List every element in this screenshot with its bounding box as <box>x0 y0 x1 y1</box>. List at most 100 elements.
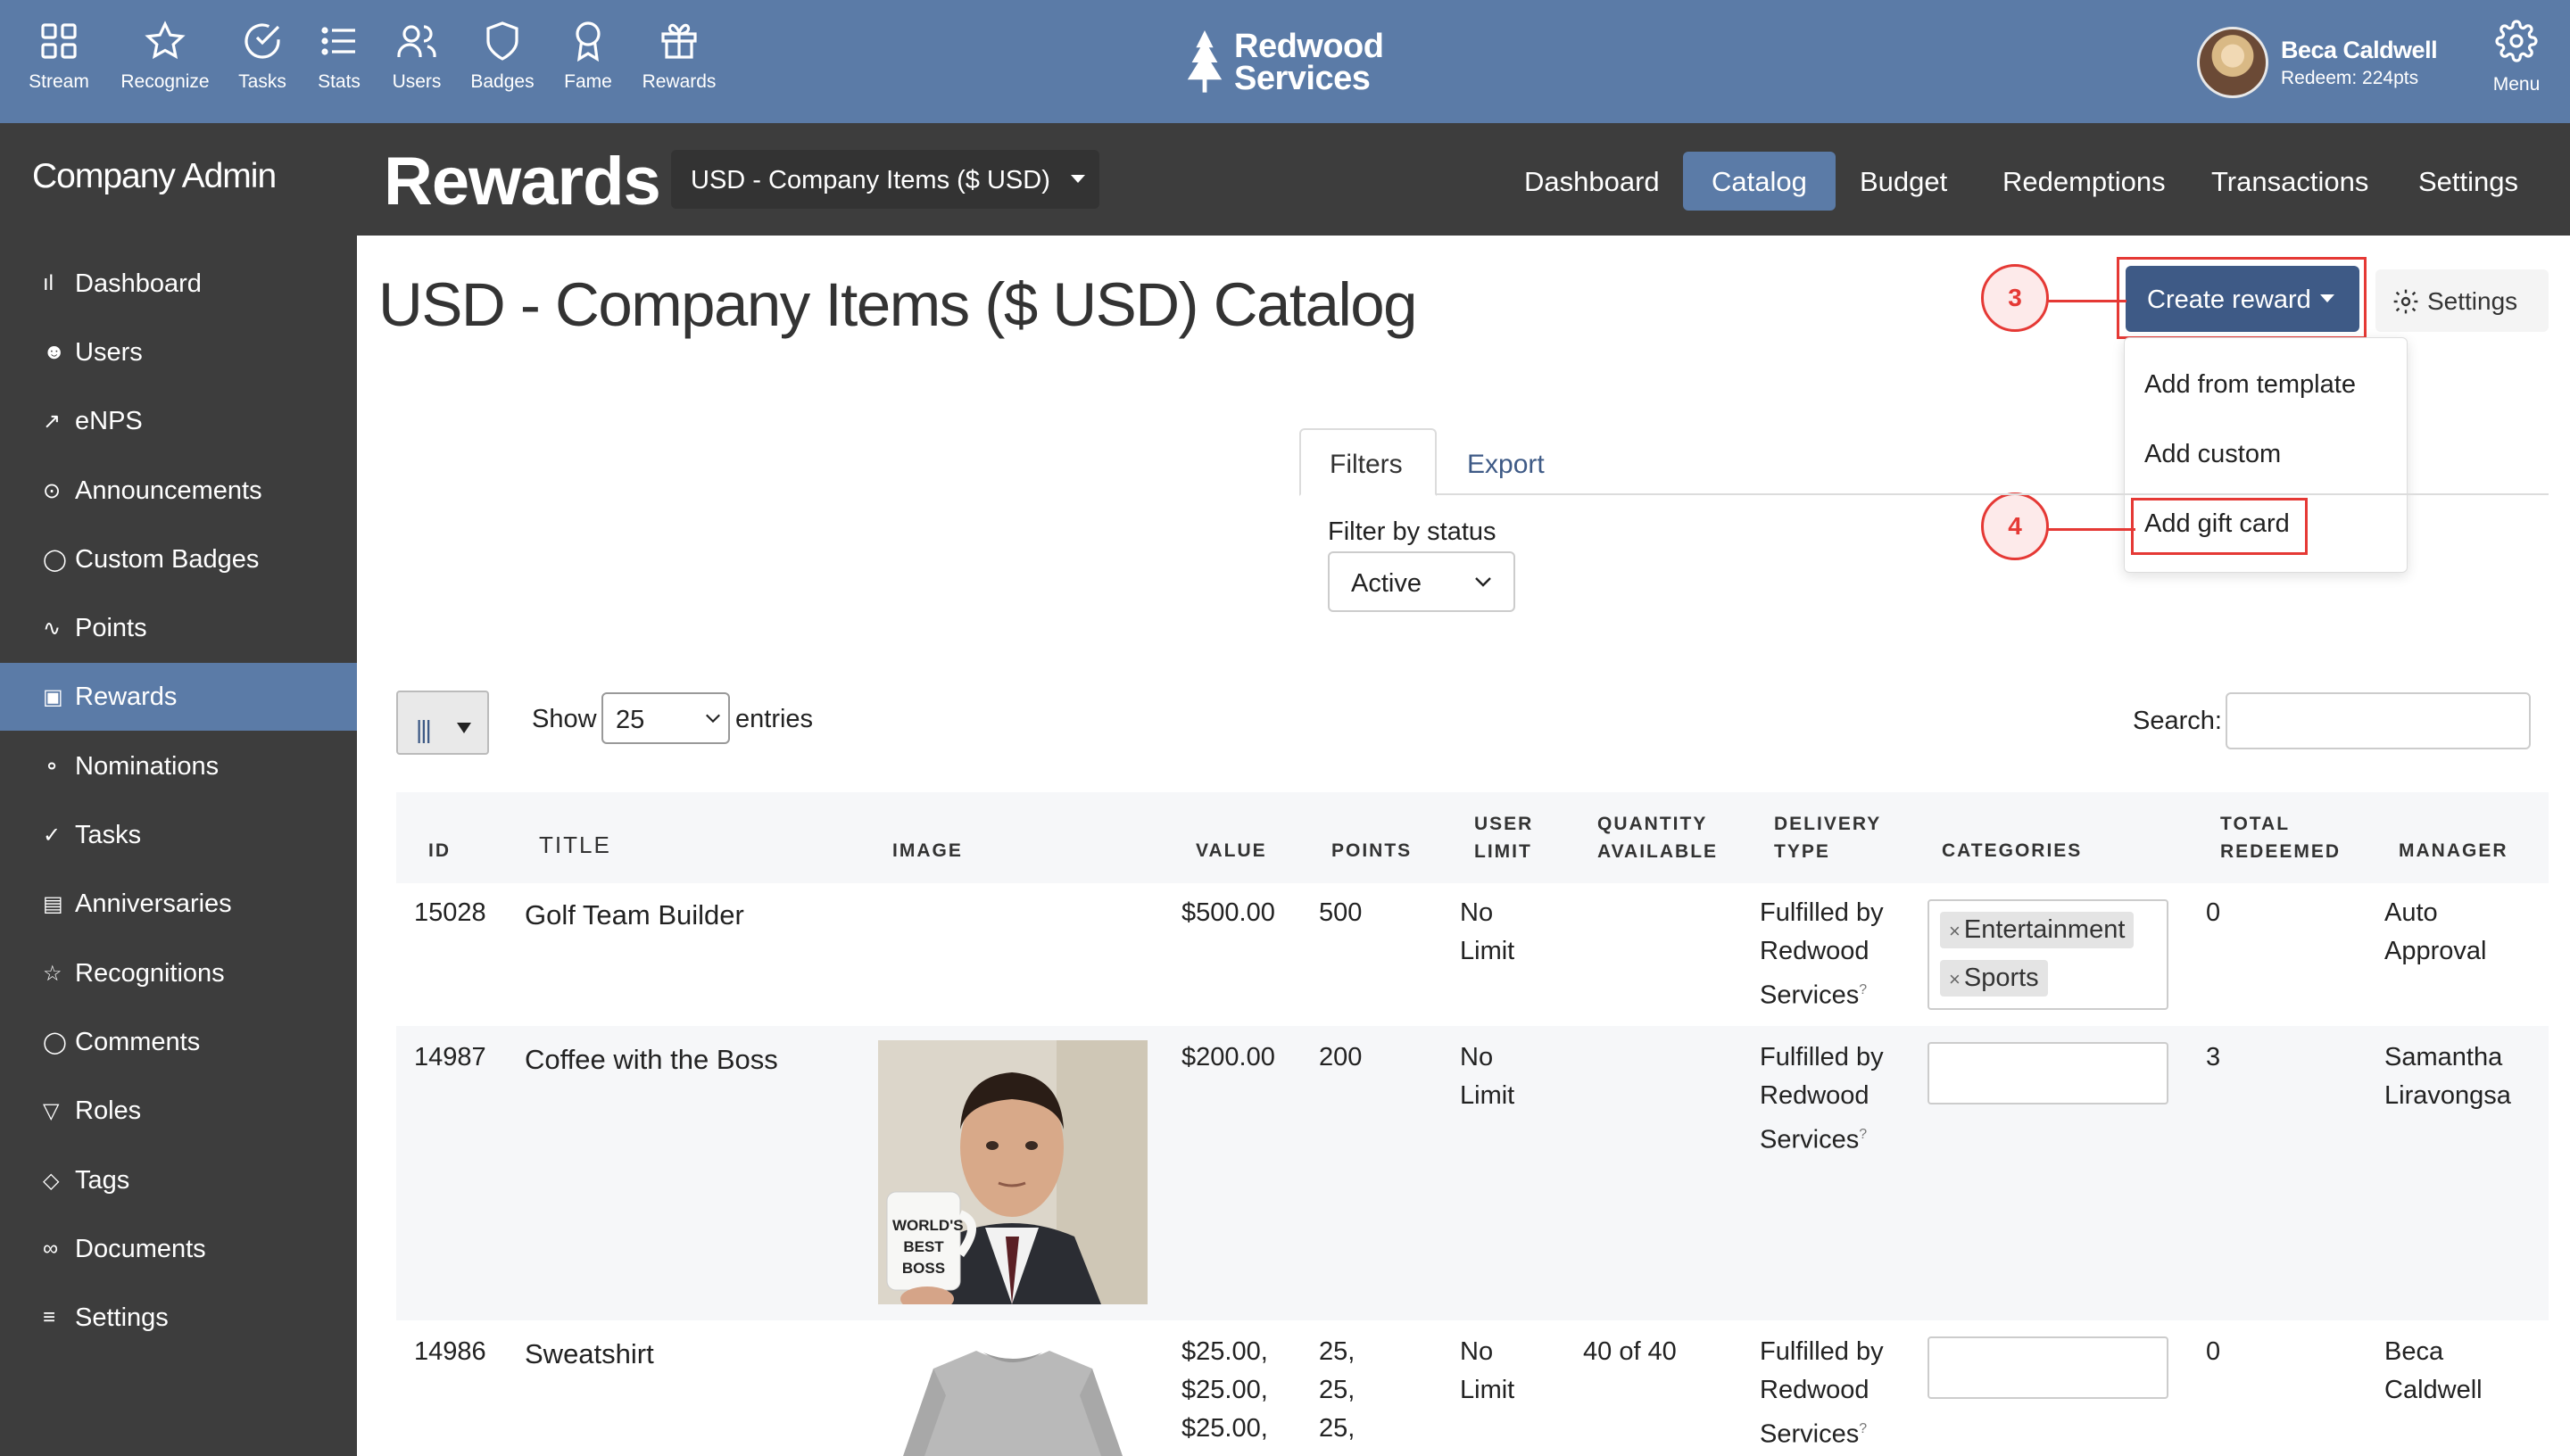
remove-tag-icon[interactable]: × <box>1949 968 1961 990</box>
sidebar-item-recognitions[interactable]: ☆ Recognitions <box>0 939 357 1007</box>
th-points[interactable]: POINTS <box>1331 837 1412 864</box>
sidebar-item-anniversaries[interactable]: ▤ Anniversaries <box>0 870 357 938</box>
sidebar-item-tasks[interactable]: ✓ Tasks <box>0 801 357 869</box>
sidebar-item-tags[interactable]: ◇ Tags <box>0 1146 357 1214</box>
list-icon <box>321 27 355 55</box>
category-tag: × Sports <box>1940 960 2048 997</box>
cell-redeemed: 3 <box>2206 1043 2221 1071</box>
entries-value: 25 <box>616 706 645 734</box>
sidebar-item-custom-badges[interactable]: ◯ Custom Badges <box>0 525 357 593</box>
cell-value: $25.00, $25.00, $25.00, <box>1181 1337 1268 1443</box>
tab-export[interactable]: Export <box>1438 428 1573 496</box>
column-visibility-button[interactable]: ||| <box>396 691 489 755</box>
settings-button[interactable]: Settings <box>2375 269 2549 332</box>
entries-select[interactable]: 25 <box>601 692 730 744</box>
menu-item-add-from-template[interactable]: Add from template <box>2144 370 2356 400</box>
th-delivery[interactable]: DELIVERY TYPE <box>1774 810 1890 865</box>
tab-filters[interactable]: Filters <box>1299 428 1437 496</box>
annotation-highlight-gift-card <box>2131 498 2308 555</box>
mug-text: WORLD'S BEST BOSS <box>892 1217 964 1277</box>
th-id[interactable]: ID <box>428 837 451 864</box>
category-tag-label: Sports <box>1963 964 2039 992</box>
tab-transactions[interactable]: Transactions <box>2183 152 2397 211</box>
th-title[interactable]: TITLE <box>539 831 611 859</box>
cell-id: 14986 <box>414 1337 486 1366</box>
categories-field[interactable] <box>1928 1336 2168 1399</box>
menu-button[interactable]: Menu <box>2472 20 2561 95</box>
tab-settings[interactable]: Settings <box>2390 152 2547 211</box>
chevron-down-icon <box>706 714 720 724</box>
table-row[interactable]: 15028 Golf Team Builder $500.00 500 No L… <box>396 883 2549 1026</box>
cell-delivery: Fulfilled by Redwood Services? <box>1760 894 1894 1015</box>
sidebar-item-enps[interactable]: ↗ eNPS <box>0 387 357 455</box>
users-icon <box>397 25 436 57</box>
categories-field[interactable] <box>1928 1042 2168 1104</box>
th-quantity[interactable]: QUANTITY AVAILABLE <box>1597 810 1731 865</box>
gear-icon <box>2495 20 2538 62</box>
table-row[interactable]: 14987 Coffee with the Boss $200.00 200 N… <box>396 1026 2549 1320</box>
help-icon[interactable]: ? <box>1859 982 1867 997</box>
sidebar-item-points[interactable]: ∿ Points <box>0 594 357 662</box>
nav-stream[interactable]: Stream <box>5 20 112 93</box>
categories-field[interactable]: × Entertainment × Sports <box>1928 899 2168 1010</box>
catalog-select[interactable]: USD - Company Items ($ USD) <box>671 150 1099 209</box>
filter-status-select[interactable]: Active <box>1328 551 1515 612</box>
reward-image-boss-photo: WORLD'S BEST BOSS <box>878 1040 1148 1304</box>
cell-title[interactable]: Coffee with the Boss <box>525 1040 778 1079</box>
check-circle-icon <box>245 23 280 59</box>
annotation-callout-3: 3 <box>1981 264 2049 332</box>
help-icon[interactable]: ? <box>1859 1421 1867 1436</box>
remove-tag-icon[interactable]: × <box>1949 920 1961 942</box>
sidebar-item-settings[interactable]: ≡ Settings <box>0 1284 357 1352</box>
cell-title[interactable]: Sweatshirt <box>525 1335 654 1373</box>
sidebar-item-announcements[interactable]: ⊙ Announcements <box>0 457 357 525</box>
nav-recognize[interactable]: Recognize <box>112 20 219 93</box>
sidebar-item-rewards[interactable]: ▣ Rewards <box>0 663 357 731</box>
activity-icon: ∿ <box>43 616 62 641</box>
sidebar-item-label: Recognitions <box>75 958 225 988</box>
cell-points: 200 <box>1319 1043 1363 1071</box>
th-user-limit[interactable]: USER LIMIT <box>1474 810 1546 865</box>
tab-budget[interactable]: Budget <box>1831 152 1976 211</box>
sidebar-item-users[interactable]: ☻ Users <box>0 318 357 386</box>
sidebar-item-documents[interactable]: ∞ Documents <box>0 1215 357 1283</box>
table-row[interactable]: 14986 Sweatshirt $25.00, $25.00, $25.00,… <box>396 1320 2549 1456</box>
cell-redeemed: 0 <box>2206 1337 2221 1366</box>
menu-item-add-custom[interactable]: Add custom <box>2144 440 2281 469</box>
user-name: Beca Caldwell <box>2281 36 2438 63</box>
user-icon: ☻ <box>43 340 66 364</box>
shield-icon: ◯ <box>43 547 67 572</box>
th-total-redeemed[interactable]: TOTAL REDEEMED <box>2220 810 2354 865</box>
nav-rewards[interactable]: Rewards <box>626 20 733 93</box>
sidebar-item-nominations[interactable]: ⚬ Nominations <box>0 732 357 800</box>
brand-logo[interactable]: Redwood Services <box>1182 27 1384 98</box>
sidebar-item-label: Points <box>75 613 147 642</box>
sidebar-item-dashboard[interactable]: ıl Dashboard <box>0 250 357 318</box>
sliders-icon: ≡ <box>43 1305 56 1329</box>
create-reward-button[interactable]: Create reward <box>2126 266 2359 332</box>
annotation-line <box>2048 528 2135 531</box>
cell-title[interactable]: Golf Team Builder <box>525 896 744 934</box>
user-profile[interactable]: Beca Caldwell Redeem: 224pts <box>2197 27 2438 98</box>
cell-user-limit: No Limit <box>1460 1337 1515 1404</box>
sidebar-item-comments[interactable]: ◯ Comments <box>0 1008 357 1076</box>
help-icon[interactable]: ? <box>1859 1127 1867 1142</box>
sidebar-item-label: Documents <box>75 1234 206 1263</box>
filter-status-label: Filter by status <box>1328 517 1496 546</box>
cell-user-limit: No Limit <box>1460 898 1515 965</box>
category-tag-label: Entertainment <box>1963 915 2126 944</box>
menu-label: Menu <box>2492 74 2541 95</box>
gift-icon: ▣ <box>43 684 63 709</box>
th-value[interactable]: VALUE <box>1196 837 1267 864</box>
tab-catalog[interactable]: Catalog <box>1683 152 1836 211</box>
sidebar-item-label: Roles <box>75 1096 142 1125</box>
cell-id: 14987 <box>414 1043 486 1071</box>
search-input[interactable] <box>2226 692 2531 749</box>
columns-icon: ||| <box>416 716 432 743</box>
sidebar-item-roles[interactable]: ▽ Roles <box>0 1077 357 1145</box>
tab-dashboard[interactable]: Dashboard <box>1496 152 1688 211</box>
reward-image-sweatshirt <box>878 1333 1148 1456</box>
cell-redeemed: 0 <box>2206 898 2221 927</box>
th-manager[interactable]: MANAGER <box>2399 837 2508 864</box>
tab-redemptions[interactable]: Redemptions <box>1974 152 2194 211</box>
